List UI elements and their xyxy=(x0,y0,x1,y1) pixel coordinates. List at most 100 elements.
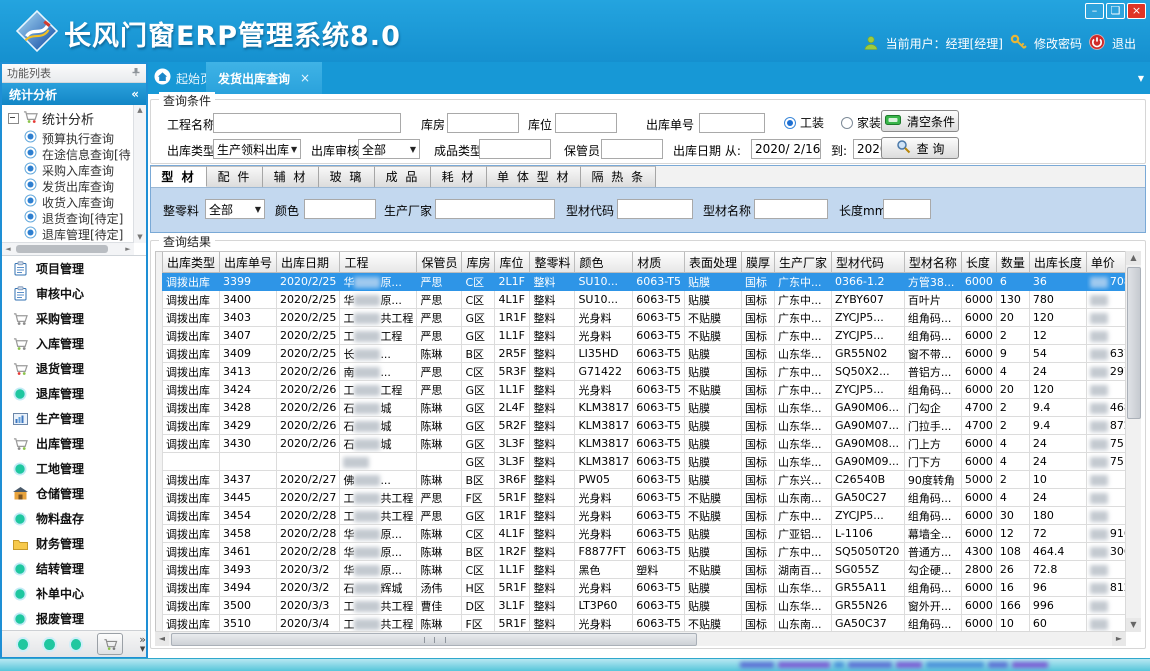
material-tab[interactable]: 隔 热 条 xyxy=(581,166,656,187)
pin-icon[interactable] xyxy=(131,67,141,80)
sidebar-item-cart[interactable]: 采购管理 xyxy=(2,306,146,331)
column-header[interactable]: 长度 xyxy=(961,252,996,273)
table-row[interactable]: 调拨出库34942020/3/2石辉城汤伟H区5R1F整料光身料6063-T5贴… xyxy=(163,579,1127,597)
minimize-button[interactable]: – xyxy=(1085,3,1104,19)
column-header[interactable]: 出库类型 xyxy=(163,252,220,273)
scroll-left-icon[interactable]: ◄ xyxy=(155,632,169,646)
column-header[interactable]: 型材代码 xyxy=(832,252,905,273)
column-header[interactable]: 生产厂家 xyxy=(774,252,831,273)
factory-input[interactable] xyxy=(435,199,555,219)
dot-button[interactable] xyxy=(18,639,28,650)
column-header[interactable]: 表面处理 xyxy=(684,252,741,273)
material-tab[interactable]: 成 品 xyxy=(375,166,431,187)
table-row[interactable]: 调拨出库33992020/2/25华原...严思C区2L1F整料SU10...6… xyxy=(163,273,1127,291)
close-button[interactable]: × xyxy=(1127,3,1146,19)
color-input[interactable] xyxy=(304,199,376,219)
tree-item[interactable]: 退库管理[待定] xyxy=(2,226,146,242)
column-header[interactable]: 出库日期 xyxy=(277,252,340,273)
table-row[interactable]: 调拨出库34282020/2/26石城陈琳G区2L4F整料KLM38176063… xyxy=(163,399,1127,417)
sidebar-item-circle[interactable]: 物料盘存 xyxy=(2,506,146,531)
table-row[interactable]: 调拨出库34542020/2/28工共工程严思G区1R1F整料光身料6063-T… xyxy=(163,507,1127,525)
sidebar-item-warehouse[interactable]: 仓储管理 xyxy=(2,481,146,506)
table-row[interactable]: 调拨出库34932020/3/2华原...陈琳C区1L1F整料黑色塑料不贴膜国标… xyxy=(163,561,1127,579)
project-name-input[interactable] xyxy=(213,113,401,133)
table-row[interactable]: 调拨出库34292020/2/26石城陈琳G区5R2F整料KLM38176063… xyxy=(163,417,1127,435)
clear-conditions-button[interactable]: 清空条件 xyxy=(881,110,959,132)
table-row[interactable]: 调拨出库34092020/2/25长...陈琳B区2R5F整料LI35HD606… xyxy=(163,345,1127,363)
tab-active[interactable]: 发货出库查询 × xyxy=(206,62,322,94)
table-row[interactable]: G区3L3F整料KLM38176063-T5贴膜国标山东华...GA90M09.… xyxy=(163,453,1127,471)
column-header[interactable]: 出库单号 xyxy=(220,252,277,273)
tree-item[interactable]: 发货出库查询 xyxy=(2,178,146,194)
sidebar-item-circle[interactable]: 结转管理 xyxy=(2,556,146,581)
scroll-down-icon[interactable]: ▼ xyxy=(134,232,146,243)
material-tab[interactable]: 玻 璃 xyxy=(319,166,375,187)
change-password-link[interactable]: 修改密码 xyxy=(1034,35,1082,52)
sidebar-item-cart-return[interactable]: 退货管理 xyxy=(2,356,146,381)
logout-link[interactable]: 退出 xyxy=(1112,35,1136,52)
column-header[interactable]: 数量 xyxy=(996,252,1029,273)
sidebar-item-folder[interactable]: 财务管理 xyxy=(2,531,146,556)
tree-expander-icon[interactable] xyxy=(8,113,19,124)
table-row[interactable]: 调拨出库34612020/2/28华原...陈琳B区1R2F整料F8877FT6… xyxy=(163,543,1127,561)
keeper-input[interactable] xyxy=(601,139,663,159)
scroll-right-icon[interactable]: ► xyxy=(122,243,134,255)
sidebar-item-circle[interactable]: 退库管理 xyxy=(2,381,146,406)
tree-horizontal-scrollbar[interactable]: ◄ ► xyxy=(2,242,134,255)
table-row[interactable]: 调拨出库35002020/3/3工共工程曹佳D区3L1F整料LT3P606063… xyxy=(163,597,1127,615)
scroll-thumb[interactable] xyxy=(171,633,697,646)
collapse-icon[interactable]: « xyxy=(131,87,139,101)
scroll-up-icon[interactable]: ▲ xyxy=(134,105,146,116)
column-header[interactable]: 单价 xyxy=(1086,252,1126,273)
table-row[interactable]: 调拨出库34372020/2/27佛...陈琳B区3R6F整料PW056063-… xyxy=(163,471,1127,489)
tree-item[interactable]: 预算执行查询 xyxy=(2,130,146,146)
column-header[interactable]: 膜厚 xyxy=(741,252,774,273)
column-header[interactable]: 出库长度 xyxy=(1029,252,1086,273)
tab-overflow-icon[interactable]: ▼ xyxy=(1138,74,1144,83)
column-header[interactable]: 颜色 xyxy=(575,252,633,273)
material-tab[interactable]: 单 体 型 材 xyxy=(487,166,581,187)
search-button[interactable]: 查 询 xyxy=(881,137,959,159)
column-header[interactable]: 整零料 xyxy=(530,252,575,273)
scroll-thumb[interactable] xyxy=(16,245,108,253)
material-tab[interactable]: 配 件 xyxy=(207,166,263,187)
scroll-up-icon[interactable]: ▲ xyxy=(1126,251,1141,265)
radio-workwear[interactable]: 工装 xyxy=(784,114,824,131)
scroll-left-icon[interactable]: ◄ xyxy=(2,243,14,255)
column-header[interactable]: 库房 xyxy=(462,252,495,273)
scroll-thumb[interactable] xyxy=(1127,267,1141,419)
sidebar-item-circle[interactable]: 工地管理 xyxy=(2,456,146,481)
dot-button[interactable] xyxy=(71,639,81,650)
sidebar-item-chart[interactable]: 生产管理 xyxy=(2,406,146,431)
scroll-right-icon[interactable]: ► xyxy=(1112,632,1126,646)
radio-homewear[interactable]: 家装 xyxy=(841,114,881,131)
cart-button[interactable] xyxy=(97,633,123,655)
tab-close-icon[interactable]: × xyxy=(300,71,310,85)
table-row[interactable]: 调拨出库35102020/3/4工共工程陈琳F区5R1F整料光身料6063-T5… xyxy=(163,615,1127,633)
sidebar-item-circle[interactable]: 补单中心 xyxy=(2,581,146,606)
more-button[interactable]: »▼ xyxy=(139,636,146,653)
column-header[interactable]: 型材名称 xyxy=(904,252,961,273)
table-row[interactable]: 调拨出库34132020/2/26南...严思C区5R3F整料G71422606… xyxy=(163,363,1127,381)
out-type-select[interactable]: 生产领料出库▼ xyxy=(213,139,301,159)
sidebar-item-cart-out[interactable]: 出库管理 xyxy=(2,431,146,456)
table-row[interactable]: 调拨出库34002020/2/25华原...严思C区4L1F整料SU10...6… xyxy=(163,291,1127,309)
sidebar-item-circle[interactable]: 报废管理 xyxy=(2,606,146,630)
table-row[interactable]: 调拨出库34452020/2/27工共工程严思F区5R1F整料光身料6063-T… xyxy=(163,489,1127,507)
material-tab[interactable]: 辅 材 xyxy=(263,166,319,187)
tree-item[interactable]: 收货入库查询 xyxy=(2,194,146,210)
tree-root-stats[interactable]: 统计分析 xyxy=(2,105,146,130)
sidebar-item-cart-in[interactable]: 入库管理 xyxy=(2,331,146,356)
profile-name-input[interactable] xyxy=(754,199,828,219)
material-tab[interactable]: 型 材 xyxy=(151,166,207,187)
scroll-down-icon[interactable]: ▼ xyxy=(1126,618,1141,632)
table-row[interactable]: 调拨出库34072020/2/25工工程严思G区1L1F整料光身料6063-T5… xyxy=(163,327,1127,345)
tree-vertical-scrollbar[interactable]: ▲ ▼ xyxy=(133,105,146,243)
stats-group-header[interactable]: 统计分析 « xyxy=(2,83,146,105)
material-tab[interactable]: 耗 材 xyxy=(431,166,487,187)
tree-item[interactable]: 采购入库查询 xyxy=(2,162,146,178)
table-horizontal-scrollbar[interactable]: ◄ ► xyxy=(155,631,1126,646)
product-type-input[interactable] xyxy=(479,139,551,159)
warehouse-input[interactable] xyxy=(447,113,519,133)
profile-code-input[interactable] xyxy=(617,199,693,219)
